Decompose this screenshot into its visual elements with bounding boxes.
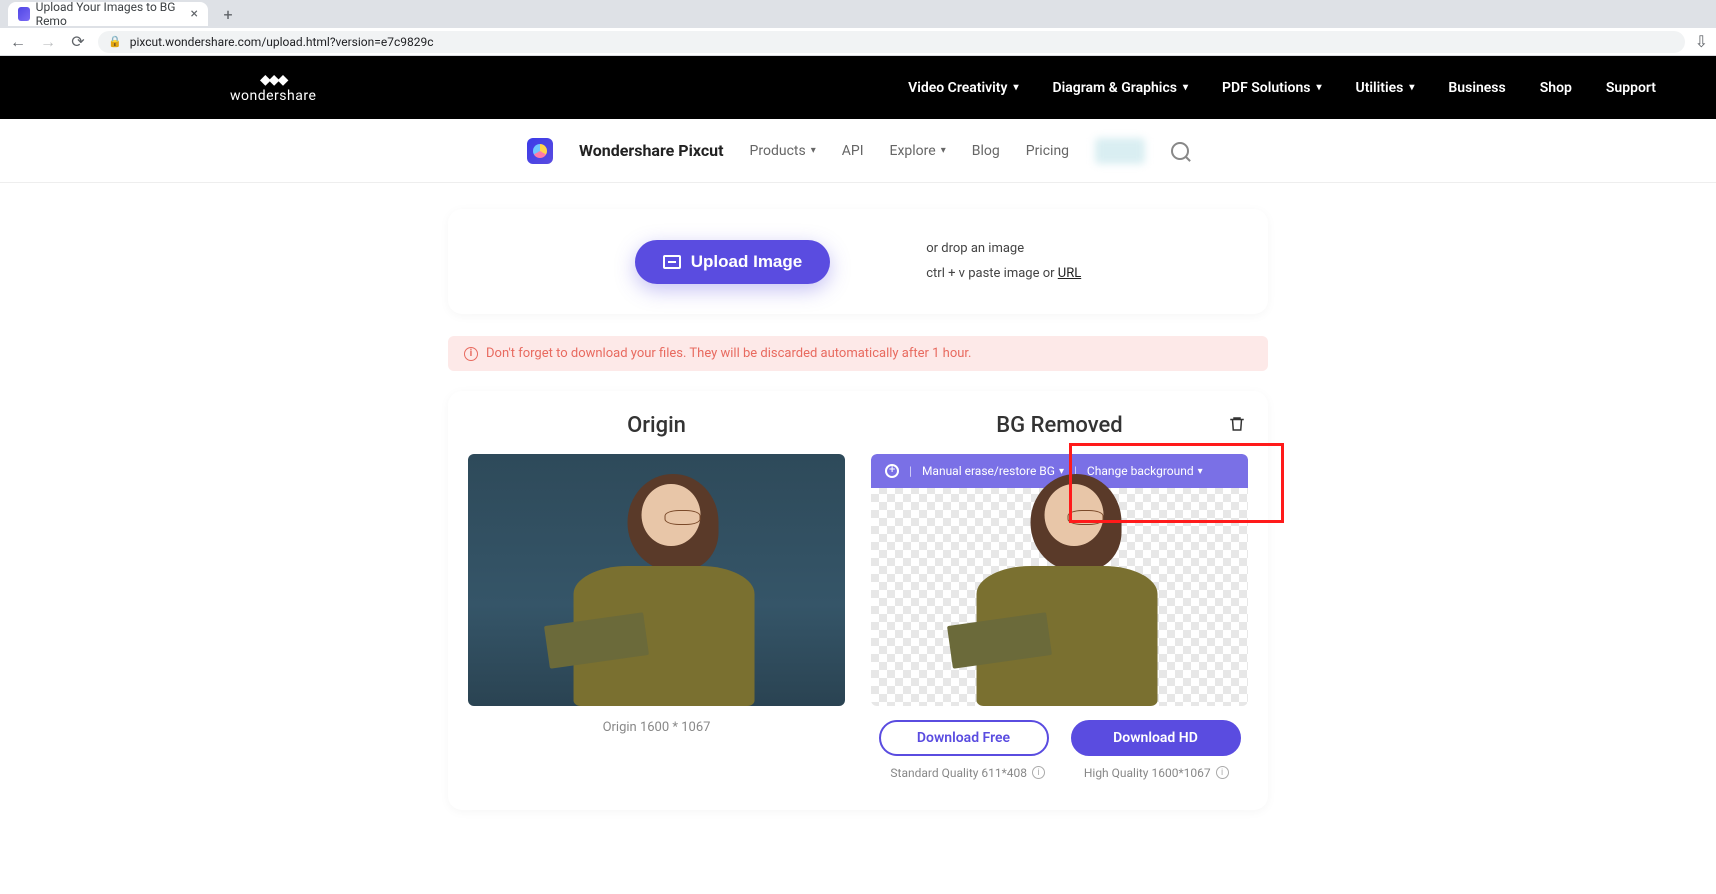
- origin-image: [468, 454, 845, 705]
- url-field[interactable]: 🔒 pixcut.wondershare.com/upload.html?ver…: [98, 31, 1685, 53]
- upload-button-label: Upload Image: [691, 252, 802, 272]
- origin-panel: Origin Origin 1600 * 1067: [468, 413, 845, 779]
- favicon-icon: [18, 7, 30, 21]
- logo-mark-icon: ◆◆◆: [260, 72, 286, 88]
- info-icon[interactable]: i: [1216, 766, 1229, 779]
- menu-support[interactable]: Support: [1606, 80, 1656, 96]
- info-icon[interactable]: i: [1032, 766, 1045, 779]
- user-avatar[interactable]: [1095, 138, 1145, 164]
- url-link[interactable]: URL: [1058, 266, 1081, 281]
- menu-business[interactable]: Business: [1448, 80, 1505, 96]
- reload-icon[interactable]: ⟳: [68, 32, 88, 51]
- menu-utilities[interactable]: Utilities▾: [1356, 80, 1415, 96]
- image-icon: [663, 255, 681, 269]
- bg-removed-image: | Manual erase/restore BG ▾ | Change bac…: [871, 454, 1248, 705]
- origin-title: Origin: [468, 413, 845, 438]
- install-icon[interactable]: ⇩: [1695, 32, 1708, 51]
- result-card: Origin Origin 1600 * 1067 BG Removed |: [448, 391, 1268, 809]
- menu-pdf-solutions[interactable]: PDF Solutions▾: [1222, 80, 1322, 96]
- bg-removed-panel: BG Removed | Manual erase/restore BG ▾ |…: [871, 413, 1248, 779]
- standard-quality-label: Standard Quality 611*408 i: [890, 766, 1045, 780]
- site-top-bar: ◆◆◆ wondershare Video Creativity▾ Diagra…: [0, 56, 1716, 119]
- subnav-blog[interactable]: Blog: [972, 143, 1000, 159]
- upload-image-button[interactable]: Upload Image: [635, 240, 830, 284]
- download-hd-button[interactable]: Download HD: [1071, 720, 1241, 756]
- high-quality-label: High Quality 1600*1067 i: [1084, 766, 1229, 780]
- warning-text: Don't forget to download your files. The…: [486, 346, 971, 361]
- chevron-down-icon: ▾: [1316, 82, 1321, 93]
- origin-caption: Origin 1600 * 1067: [468, 720, 845, 735]
- drop-hint: or drop an image ctrl + v paste image or…: [926, 237, 1081, 286]
- chevron-down-icon: ▾: [1409, 82, 1414, 93]
- pixcut-logo-icon[interactable]: [527, 138, 553, 164]
- tab-title: Upload Your Images to BG Remo: [36, 0, 181, 28]
- upload-card: Upload Image or drop an image ctrl + v p…: [448, 209, 1268, 314]
- wondershare-logo[interactable]: ◆◆◆ wondershare: [230, 72, 316, 104]
- download-row: Download Free Download HD: [871, 720, 1248, 756]
- warning-strip: i Don't forget to download your files. T…: [448, 336, 1268, 371]
- drop-line: or drop an image: [926, 237, 1081, 262]
- paste-line: ctrl + v paste image or URL: [926, 262, 1081, 287]
- download-free-button[interactable]: Download Free: [879, 720, 1049, 756]
- tab-close-icon[interactable]: ×: [191, 6, 198, 22]
- chevron-down-icon: ▾: [811, 145, 816, 156]
- tab-strip: Upload Your Images to BG Remo × +: [0, 0, 1716, 28]
- subnav-api[interactable]: API: [842, 143, 864, 159]
- top-menu: Video Creativity▾ Diagram & Graphics▾ PD…: [908, 80, 1656, 96]
- lock-icon: 🔒: [108, 35, 122, 48]
- main-content: Upload Image or drop an image ctrl + v p…: [448, 183, 1268, 810]
- subnav-products[interactable]: Products▾: [750, 143, 816, 159]
- pixcut-brand[interactable]: Wondershare Pixcut: [579, 141, 724, 160]
- address-bar: ← → ⟳ 🔒 pixcut.wondershare.com/upload.ht…: [0, 28, 1716, 56]
- url-text: pixcut.wondershare.com/upload.html?versi…: [130, 35, 434, 49]
- browser-chrome: Upload Your Images to BG Remo × + ← → ⟳ …: [0, 0, 1716, 56]
- subnav-pricing[interactable]: Pricing: [1026, 143, 1069, 159]
- search-icon[interactable]: [1171, 142, 1189, 160]
- browser-tab[interactable]: Upload Your Images to BG Remo ×: [8, 2, 208, 26]
- logo-text: wondershare: [230, 88, 316, 104]
- chevron-down-icon: ▾: [1013, 82, 1018, 93]
- forward-icon[interactable]: →: [38, 32, 58, 52]
- person-illustration: [551, 464, 777, 705]
- chevron-down-icon: ▾: [941, 145, 946, 156]
- menu-video-creativity[interactable]: Video Creativity▾: [908, 80, 1018, 96]
- menu-shop[interactable]: Shop: [1540, 80, 1572, 96]
- person-cutout: [954, 464, 1180, 705]
- chevron-down-icon: ▾: [1183, 82, 1188, 93]
- info-icon: i: [464, 347, 478, 361]
- sub-nav: Wondershare Pixcut Products▾ API Explore…: [0, 119, 1716, 183]
- menu-diagram-graphics[interactable]: Diagram & Graphics▾: [1052, 80, 1188, 96]
- zoom-in-icon[interactable]: [885, 464, 899, 478]
- bg-removed-title: BG Removed: [871, 413, 1248, 438]
- subnav-explore[interactable]: Explore▾: [890, 143, 946, 159]
- quality-row: Standard Quality 611*408 i High Quality …: [871, 766, 1248, 780]
- chevron-down-icon: ▾: [1198, 466, 1203, 477]
- back-icon[interactable]: ←: [8, 32, 28, 52]
- separator: |: [909, 464, 912, 478]
- new-tab-button[interactable]: +: [216, 2, 240, 26]
